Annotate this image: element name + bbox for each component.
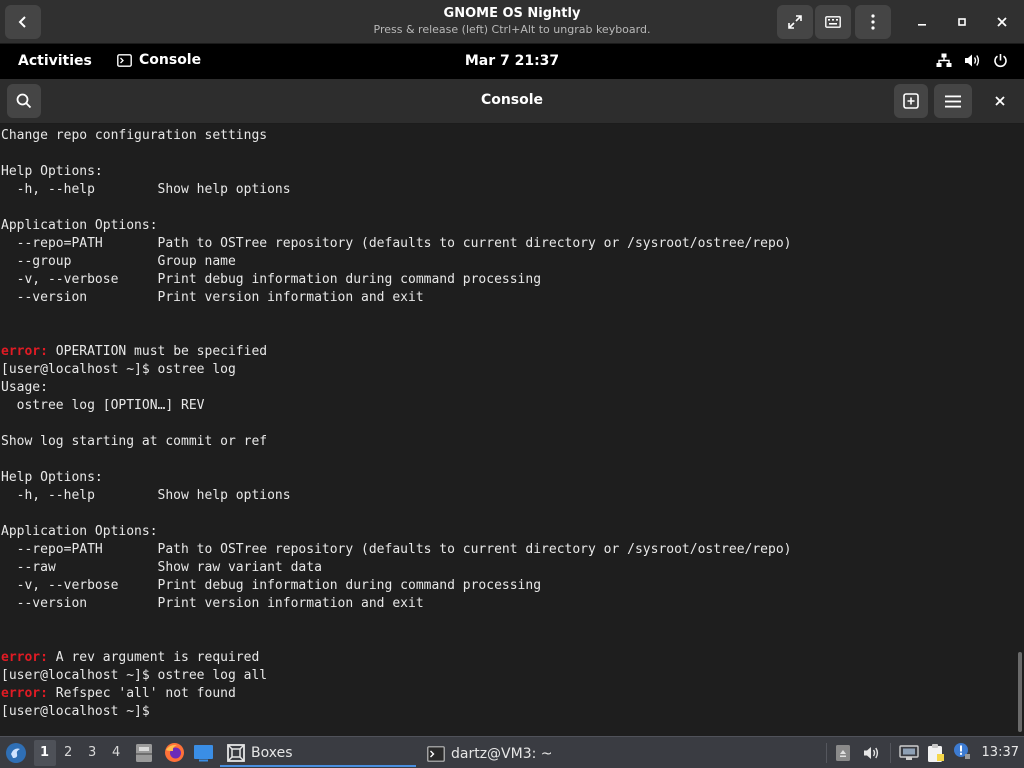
keyboard-icon	[825, 16, 841, 28]
error-prefix: error:	[1, 686, 48, 701]
workspace-4[interactable]: 4	[112, 745, 120, 760]
desktop-launcher[interactable]	[193, 744, 214, 766]
terminal-line: --version Print version information and …	[1, 290, 424, 305]
terminal-line: -h, --help Show help options	[1, 182, 291, 197]
error-prefix: error:	[1, 650, 48, 665]
terminal-line: [user@localhost ~]$ ostree log	[1, 362, 236, 377]
firefox-icon	[165, 743, 184, 762]
terminal-line: error: Refspec 'all' not found	[1, 685, 236, 703]
console-menu-button[interactable]	[934, 84, 972, 118]
terminal-line: Application Options:	[1, 524, 158, 539]
task-terminal[interactable]: dartz@VM3: ~	[420, 741, 616, 767]
minimize-button[interactable]	[906, 5, 938, 39]
host-taskbar: 1 2 3 4 Boxes dartz@VM3: ~ 13:37	[0, 736, 1024, 768]
terminal-icon	[427, 746, 445, 762]
workspace-3[interactable]: 3	[88, 745, 96, 760]
close-icon	[997, 17, 1007, 27]
terminal-line: Help Options:	[1, 164, 103, 179]
terminal-line: -v, --verbose Print debug information du…	[1, 578, 542, 593]
terminal-line: error: A rev argument is required	[1, 649, 259, 667]
main-menu-button[interactable]	[855, 5, 891, 39]
terminal-line: error: OPERATION must be specified	[1, 343, 267, 361]
volume-icon	[864, 747, 879, 759]
console-title: Console	[480, 92, 544, 108]
maximize-icon	[958, 18, 966, 26]
terminal-line: ostree log [OPTION…] REV	[1, 398, 205, 413]
console-headerbar: Console	[0, 79, 1024, 124]
terminal-line: --group Group name	[1, 254, 236, 269]
terminal-line: Application Options:	[1, 218, 158, 233]
terminal-line: Help Options:	[1, 470, 103, 485]
terminal-line: Usage:	[1, 380, 48, 395]
error-prefix: error:	[1, 344, 48, 359]
boxes-icon	[227, 744, 245, 762]
system-menu[interactable]	[936, 53, 1008, 68]
file-manager-launcher[interactable]	[135, 743, 153, 767]
firefox-launcher[interactable]	[164, 742, 185, 767]
power-icon	[994, 54, 1007, 68]
close-window-button[interactable]	[986, 5, 1018, 39]
tray-separator	[890, 743, 891, 763]
terminal-output[interactable]: Change repo configuration settings Help O…	[0, 124, 1024, 736]
tray-clipboard[interactable]	[835, 744, 851, 766]
task-boxes[interactable]: Boxes	[220, 741, 416, 767]
keyboard-button[interactable]	[815, 5, 851, 39]
new-tab-icon	[903, 93, 919, 109]
terminal-line: --version Print version information and …	[1, 596, 424, 611]
tray-network[interactable]	[899, 745, 919, 765]
new-tab-button[interactable]	[894, 84, 928, 118]
task-boxes-label: Boxes	[251, 745, 293, 761]
error-message: A rev argument is required	[47, 650, 260, 665]
workspace-2[interactable]: 2	[64, 745, 72, 760]
minimize-icon	[918, 24, 926, 26]
terminal-line: Show log starting at commit or ref	[1, 434, 268, 449]
volume-icon	[965, 54, 980, 67]
error-message: Refspec 'all' not found	[47, 686, 236, 701]
fullscreen-button[interactable]	[777, 5, 813, 39]
close-icon	[995, 96, 1005, 106]
error-message: OPERATION must be specified	[47, 344, 268, 359]
network-wired-icon	[936, 53, 952, 67]
desktop-icon	[194, 745, 213, 762]
maximize-button[interactable]	[946, 5, 978, 39]
network-icon	[899, 745, 919, 760]
tray-updates[interactable]	[953, 742, 971, 764]
hamburger-menu-icon	[945, 95, 961, 107]
distro-logo-icon	[6, 743, 26, 763]
terminal-line: -h, --help Show help options	[1, 488, 291, 503]
gnome-top-bar: Activities Console Mar 7 21:37	[0, 44, 1024, 79]
tray-separator	[826, 743, 827, 763]
top-bar-clock[interactable]: Mar 7 21:37	[0, 53, 1024, 69]
file-manager-icon	[136, 744, 152, 762]
workspace-1[interactable]: 1	[40, 745, 49, 760]
start-menu-button[interactable]	[5, 742, 27, 764]
terminal-line: --repo=PATH Path to OSTree repository (d…	[1, 236, 792, 251]
terminal-scrollbar[interactable]	[1018, 652, 1022, 732]
kebab-menu-icon	[871, 14, 875, 30]
taskbar-clock[interactable]: 13:37	[982, 745, 1019, 760]
boxes-headerbar: GNOME OS Nightly Press & release (left) …	[0, 0, 1024, 44]
expand-icon	[788, 15, 802, 29]
terminal-line: --repo=PATH Path to OSTree repository (d…	[1, 542, 792, 557]
task-terminal-label: dartz@VM3: ~	[451, 746, 553, 762]
terminal-line: Change repo configuration settings	[1, 128, 268, 143]
terminal-line: --raw Show raw variant data	[1, 560, 322, 575]
console-close-button[interactable]	[984, 84, 1016, 118]
tray-volume[interactable]	[863, 745, 881, 765]
terminal-line: [user@localhost ~]$	[1, 704, 158, 719]
clipboard-icon	[928, 744, 944, 762]
eject-icon	[836, 745, 850, 761]
update-notification-icon	[954, 743, 970, 759]
terminal-line: [user@localhost ~]$ ostree log all	[1, 668, 268, 683]
tray-notes[interactable]	[926, 743, 946, 767]
terminal-line: -v, --verbose Print debug information du…	[1, 272, 542, 287]
